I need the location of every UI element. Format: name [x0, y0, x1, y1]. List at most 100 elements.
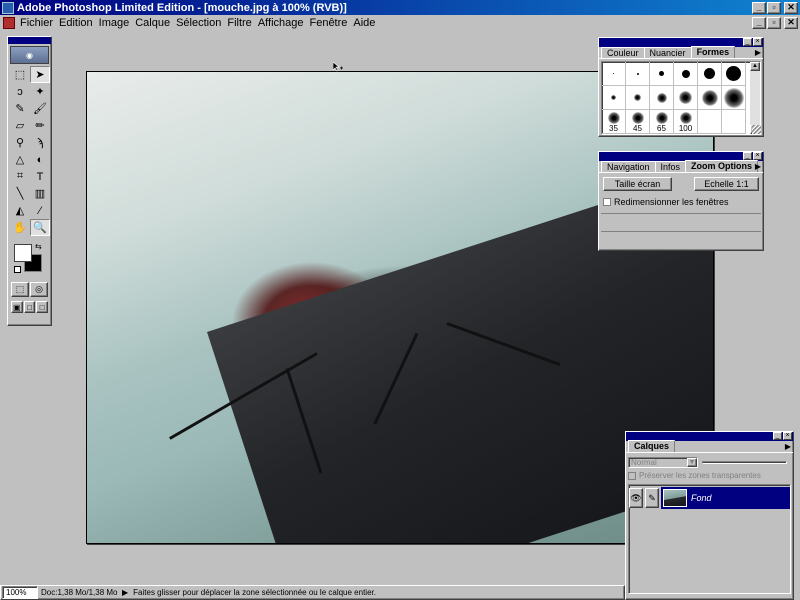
tab-couleur[interactable]: Couleur: [601, 47, 645, 58]
status-menu-arrow-icon[interactable]: ▶: [120, 588, 130, 597]
palette-close-button[interactable]: ×: [783, 432, 792, 440]
tab-calques[interactable]: Calques: [628, 440, 676, 452]
lasso-tool-icon[interactable]: ↄ: [10, 83, 30, 100]
eye-logo-icon[interactable]: ◉: [10, 46, 49, 64]
quick-mask-mode-icon[interactable]: ◎: [30, 282, 48, 297]
brush-soft-35[interactable]: 35: [602, 110, 626, 134]
menu-edition[interactable]: Edition: [58, 17, 98, 29]
tab-formes[interactable]: Formes: [690, 46, 736, 58]
tab-nuancier[interactable]: Nuancier: [643, 47, 692, 58]
standard-mode-icon[interactable]: ⬚: [11, 282, 29, 297]
palette-close-button[interactable]: ×: [753, 38, 762, 46]
chevron-down-icon[interactable]: ▼: [687, 458, 697, 467]
tab-navigation[interactable]: Navigation: [601, 161, 656, 172]
default-colors-icon[interactable]: [14, 266, 21, 273]
brush-icon[interactable]: ✎: [645, 488, 659, 508]
standard-screen-mode-icon[interactable]: ▣: [11, 301, 23, 313]
paint-bucket-tool-icon[interactable]: ◭: [10, 202, 30, 219]
foreground-color-swatch[interactable]: [14, 244, 32, 262]
rubber-stamp-tool-icon[interactable]: ⚲: [10, 134, 30, 151]
eraser-tool-icon[interactable]: ▱: [10, 117, 30, 134]
actual-pixels-button[interactable]: Echelle 1:1: [693, 177, 759, 191]
palette-menu-arrow-icon[interactable]: ▶: [755, 48, 761, 57]
brush-soft-5[interactable]: [602, 86, 626, 110]
resize-windows-checkbox[interactable]: [603, 198, 611, 206]
eye-icon[interactable]: 👁: [629, 488, 643, 508]
app-title-bar[interactable]: Adobe Photoshop Limited Edition - [mouch…: [0, 0, 800, 15]
scroll-up-icon[interactable]: ▲: [750, 62, 760, 71]
tab-infos[interactable]: Infos: [654, 161, 687, 172]
brush-soft-17[interactable]: [674, 86, 698, 110]
palette-menu-arrow-icon[interactable]: ▶: [755, 162, 761, 171]
brush-1[interactable]: [602, 62, 626, 86]
opacity-slider[interactable]: [702, 461, 787, 464]
palette-minimize-button[interactable]: _: [743, 38, 752, 46]
menu-fichier[interactable]: Fichier: [19, 17, 58, 29]
brush-soft-100[interactable]: 100: [674, 110, 698, 134]
minimize-button[interactable]: _: [752, 1, 766, 14]
type-tool-icon[interactable]: T: [30, 168, 50, 185]
brush-19[interactable]: [722, 62, 746, 86]
eyedropper-tool-icon[interactable]: ⁄: [30, 202, 50, 219]
brush-13[interactable]: [698, 62, 722, 86]
brush-soft-65[interactable]: 65: [650, 110, 674, 134]
menu-image[interactable]: Image: [98, 17, 135, 29]
magic-wand-tool-icon[interactable]: ✦: [30, 83, 50, 100]
line-tool-icon[interactable]: ╲: [10, 185, 30, 202]
full-screen-mode-icon[interactable]: □: [36, 301, 49, 313]
palette-minimize-button[interactable]: _: [773, 432, 782, 440]
document-icon[interactable]: [3, 17, 15, 29]
doc-close-button[interactable]: ✕: [784, 17, 798, 29]
doc-minimize-button[interactable]: _: [752, 17, 766, 29]
fit-screen-button[interactable]: Taille écran: [603, 177, 672, 191]
close-button[interactable]: ✕: [784, 1, 798, 14]
sharpen-tool-icon[interactable]: △: [10, 151, 30, 168]
full-screen-menu-mode-icon[interactable]: □: [23, 301, 36, 313]
menu-filtre[interactable]: Filtre: [226, 17, 256, 29]
resize-windows-row[interactable]: Redimensionner les fenêtres: [599, 193, 763, 211]
move-tool-icon[interactable]: ➤: [30, 66, 50, 83]
preserve-transparency-row[interactable]: Préserver les zones transparentes: [626, 468, 793, 482]
brush-soft-9[interactable]: [626, 86, 650, 110]
palette-close-button[interactable]: ×: [753, 152, 762, 160]
zoom-field[interactable]: 100%: [2, 586, 38, 599]
brush-5[interactable]: [650, 62, 674, 86]
brush-soft-27[interactable]: [722, 86, 746, 110]
menu-calque[interactable]: Calque: [134, 17, 175, 29]
airbrush-tool-icon[interactable]: ✎: [10, 100, 30, 117]
photoshop-app-icon[interactable]: [2, 1, 14, 14]
image-canvas[interactable]: [86, 71, 714, 544]
brushes-palette-header[interactable]: _ ×: [599, 38, 763, 47]
menu-selection[interactable]: Sélection: [175, 17, 226, 29]
palette-minimize-button[interactable]: _: [743, 152, 752, 160]
menu-aide[interactable]: Aide: [352, 17, 380, 29]
pencil-tool-icon[interactable]: ✏: [30, 117, 50, 134]
palette-menu-arrow-icon[interactable]: ▶: [785, 442, 791, 451]
smudge-tool-icon[interactable]: ϡ: [30, 134, 50, 151]
swap-colors-icon[interactable]: ⇆: [35, 242, 42, 251]
doc-restore-button[interactable]: ▫: [767, 17, 781, 29]
dodge-tool-icon[interactable]: ◐: [30, 151, 50, 168]
tab-zoom-options[interactable]: Zoom Options: [685, 160, 759, 172]
brush-list-scrollbar[interactable]: ▲ ▼: [750, 62, 760, 134]
gradient-tool-icon[interactable]: ▥: [30, 185, 50, 202]
palette-resize-grip[interactable]: [752, 125, 761, 134]
hand-tool-icon[interactable]: ✋: [10, 219, 30, 236]
menu-affichage[interactable]: Affichage: [257, 17, 309, 29]
tool-palette-header[interactable]: [8, 37, 51, 44]
brush-9[interactable]: [674, 62, 698, 86]
brush-3[interactable]: [626, 62, 650, 86]
layer-selected[interactable]: Fond: [661, 487, 790, 509]
blend-mode-select[interactable]: Normal ▼: [628, 457, 698, 468]
marquee-tool-icon[interactable]: ⬚: [10, 66, 30, 83]
brush-soft-45[interactable]: 45: [626, 110, 650, 134]
brush-soft-21[interactable]: [698, 86, 722, 110]
restore-button[interactable]: ▫: [767, 1, 781, 14]
zoom-tool-icon[interactable]: 🔍: [30, 219, 50, 236]
menu-fenetre[interactable]: Fenêtre: [308, 17, 352, 29]
crop-tool-icon[interactable]: ⌗: [10, 168, 30, 185]
brush-soft-13[interactable]: [650, 86, 674, 110]
layer-row[interactable]: 👁 ✎ Fond: [629, 487, 790, 509]
preserve-transparency-checkbox[interactable]: [628, 471, 636, 480]
paintbrush-tool-icon[interactable]: 🖌: [30, 100, 50, 117]
